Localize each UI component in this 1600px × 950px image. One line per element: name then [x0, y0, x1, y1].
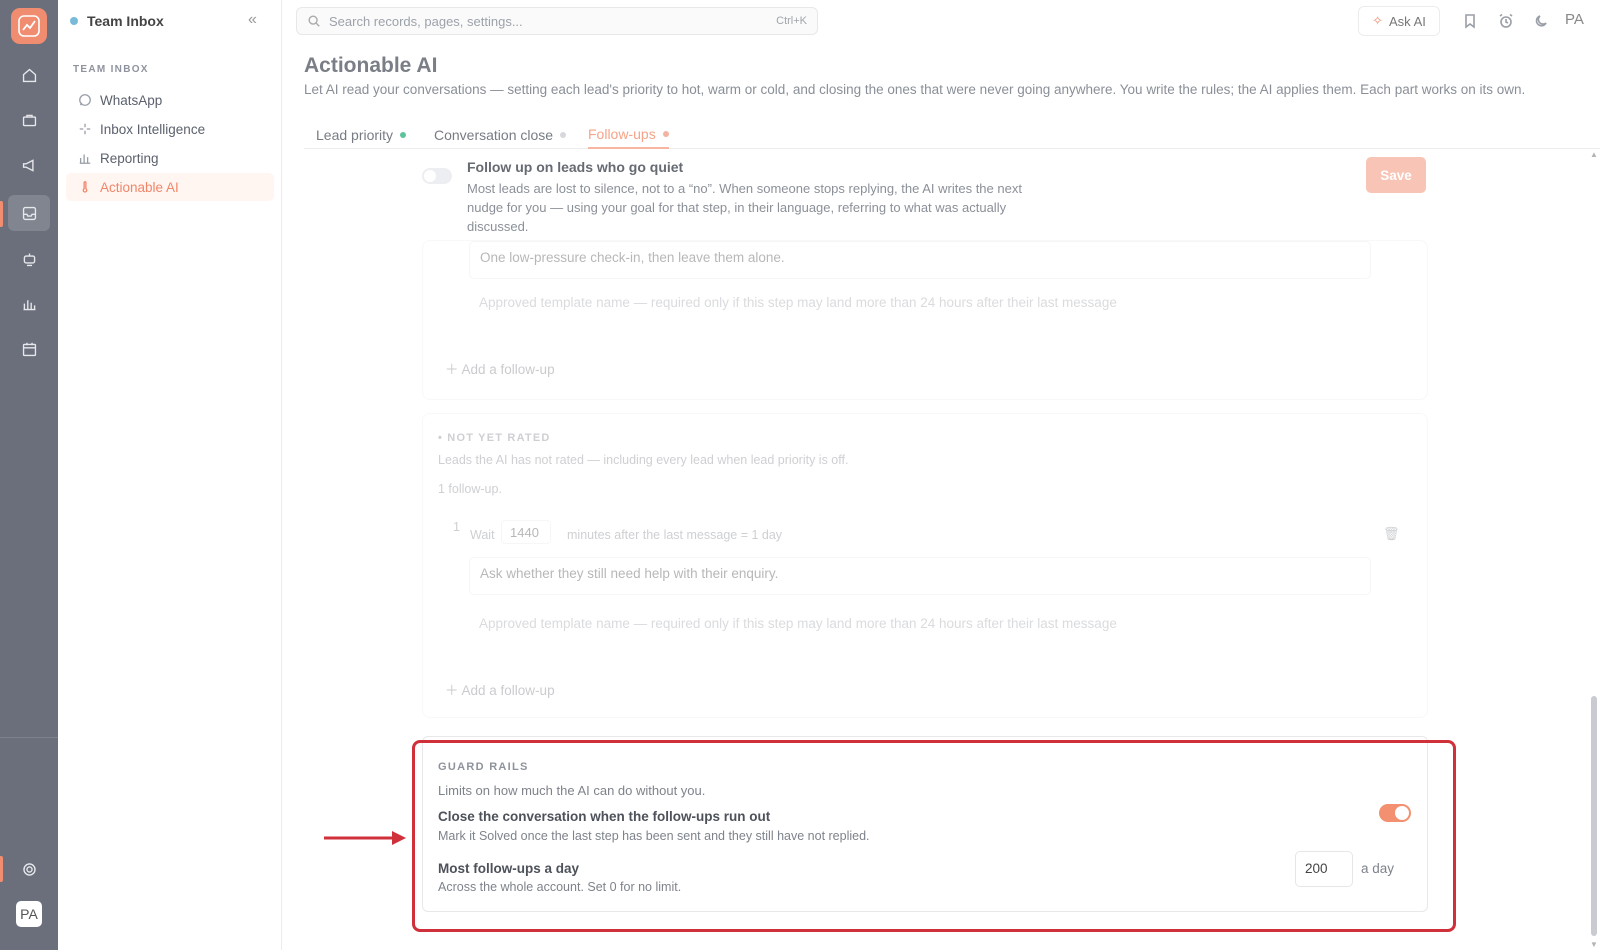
rail-divider	[0, 737, 58, 738]
sidebar-item-label: WhatsApp	[100, 92, 163, 108]
scrollbar-thumb[interactable]	[1591, 696, 1597, 936]
home-icon[interactable]	[16, 62, 42, 88]
follow-up-count: 1 follow-up.	[438, 482, 502, 496]
not-yet-rated-card: • NOT YET RATED Leads the AI has not rat…	[422, 413, 1428, 718]
scrollbar[interactable]: ▲ ▼	[1588, 150, 1600, 950]
tab-conversation-close[interactable]: Conversation close	[434, 120, 567, 149]
step-goal-textarea[interactable]: One low-pressure check-in, then leave th…	[469, 241, 1371, 279]
moon-icon[interactable]	[1532, 11, 1552, 31]
user-menu[interactable]: PA	[1565, 11, 1584, 28]
sparkle-icon: ✧	[1372, 13, 1384, 28]
follow-up-card-previous: One low-pressure check-in, then leave th…	[422, 240, 1428, 400]
page-title: Actionable AI	[304, 54, 438, 77]
workspace-name: Team Inbox	[87, 13, 164, 29]
template-name-input[interactable]: Approved template name — required only i…	[479, 295, 1117, 310]
tab-label: Lead priority	[316, 126, 394, 143]
status-dot	[70, 17, 78, 25]
save-button[interactable]: Save	[1366, 157, 1426, 193]
search-shortcut: Ctrl+K	[776, 15, 807, 27]
sidebar-item-actionable-ai[interactable]: Actionable AI	[66, 173, 274, 201]
whatsapp-icon	[79, 94, 91, 106]
search-placeholder: Search records, pages, settings...	[329, 13, 523, 29]
step-goal-textarea[interactable]: Ask whether they still need help with th…	[469, 557, 1371, 595]
tab-status-dot	[560, 131, 567, 138]
sidebar-item-label: Actionable AI	[100, 179, 179, 195]
sidebar: Team Inbox « TEAM INBOX WhatsApp Inbox I…	[58, 0, 282, 950]
chart-icon[interactable]	[16, 291, 42, 317]
search-icon	[308, 15, 320, 27]
sidebar-item-reporting[interactable]: Reporting	[66, 144, 274, 172]
bar-chart-icon	[79, 154, 91, 164]
tab-label: Conversation close	[434, 126, 554, 143]
follow-ups-title: Follow up on leads who go quiet	[467, 159, 684, 175]
tab-lead-priority[interactable]: Lead priority	[316, 120, 407, 149]
settings-gear-icon[interactable]	[16, 856, 42, 882]
calendar-icon[interactable]	[16, 336, 42, 362]
thermometer-icon	[82, 181, 88, 193]
step-number: 1	[453, 520, 460, 534]
collapse-sidebar-icon[interactable]: «	[248, 11, 257, 29]
add-follow-up-button[interactable]: ＋ Add a follow-up	[445, 679, 555, 699]
bot-icon[interactable]	[16, 246, 42, 272]
ask-ai-label: Ask AI	[1389, 13, 1426, 29]
alarm-clock-icon[interactable]	[1496, 11, 1516, 31]
scroll-up-icon[interactable]: ▲	[1590, 150, 1598, 159]
avatar[interactable]: PA	[16, 901, 42, 927]
follow-ups-toggle[interactable]	[422, 168, 452, 184]
sidebar-item-whatsapp[interactable]: WhatsApp	[66, 86, 274, 114]
app-logo[interactable]	[11, 8, 47, 44]
logo-icon	[18, 15, 40, 37]
section-heading: • NOT YET RATED	[438, 432, 551, 444]
ask-ai-button[interactable]: ✧ Ask AI	[1358, 6, 1440, 36]
settings-indicator	[0, 856, 3, 882]
section-description: Leads the AI has not rated — including e…	[438, 453, 849, 467]
tab-status-dot	[662, 130, 669, 137]
inbox-icon[interactable]	[8, 195, 50, 231]
sidebar-section-title: TEAM INBOX	[73, 64, 149, 75]
sparkle-icon	[79, 123, 91, 135]
sidebar-item-inbox-intelligence[interactable]: Inbox Intelligence	[66, 115, 274, 143]
annotation-highlight-box	[412, 740, 1456, 932]
sidebar-item-label: Reporting	[100, 150, 159, 166]
tab-bar: Lead priority Conversation close Follow-…	[304, 112, 1600, 149]
annotation-arrow-icon	[324, 831, 406, 845]
wait-label: Wait	[470, 528, 495, 542]
tab-label: Follow-ups	[588, 125, 656, 142]
follow-ups-description: Most leads are lost to silence, not to a…	[467, 181, 1022, 234]
wait-suffix: minutes after the last message = 1 day	[567, 528, 783, 542]
scroll-down-icon[interactable]: ▼	[1590, 940, 1598, 949]
template-name-input[interactable]: Approved template name — required only i…	[479, 616, 1117, 631]
workspace-switcher[interactable]: Team Inbox	[70, 13, 164, 29]
add-follow-up-button[interactable]: ＋ Add a follow-up	[445, 358, 555, 378]
tab-follow-ups[interactable]: Follow-ups	[588, 120, 669, 149]
search-input[interactable]: Search records, pages, settings... Ctrl+…	[296, 7, 818, 35]
sidebar-item-label: Inbox Intelligence	[100, 121, 206, 137]
active-indicator	[0, 201, 3, 227]
page-subtitle: Let AI read your conversations — setting…	[304, 82, 1526, 97]
wait-minutes-input[interactable]: 1440	[501, 520, 551, 544]
trash-icon[interactable]: 🗑	[1383, 526, 1400, 542]
top-bar: Search records, pages, settings... Ctrl+…	[282, 0, 1600, 44]
tab-status-dot	[400, 131, 407, 138]
bookmark-icon[interactable]	[1460, 11, 1480, 31]
briefcase-icon[interactable]	[16, 107, 42, 133]
follow-ups-header: Follow up on leads who go quiet Most lea…	[282, 150, 1578, 240]
icon-rail: PA	[0, 0, 58, 950]
megaphone-icon[interactable]	[16, 152, 42, 178]
